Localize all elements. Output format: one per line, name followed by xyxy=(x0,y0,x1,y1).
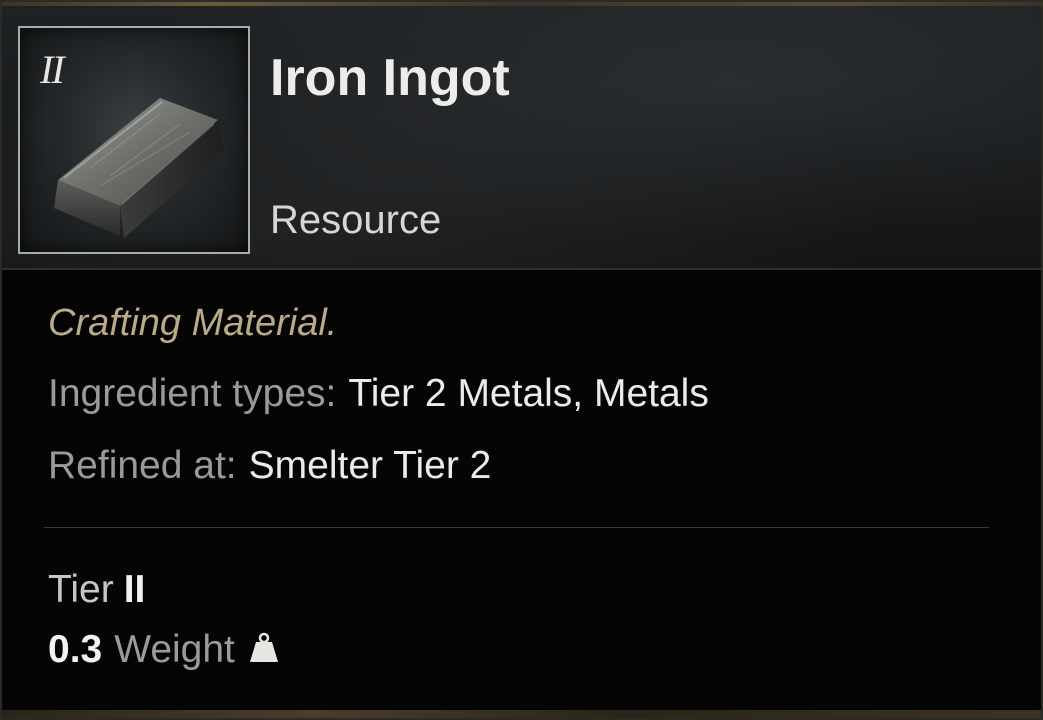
tier-value: II xyxy=(123,568,146,611)
ingredient-types-row: Ingredient types: Tier 2 Metals, Metals xyxy=(48,372,709,416)
item-tooltip: II Iron Ingot Resource Crafting Material… xyxy=(0,0,1043,720)
tooltip-header: II Iron Ingot Resource xyxy=(2,6,1041,270)
refined-at-label: Refined at: xyxy=(48,444,237,487)
refined-at-value: Smelter Tier 2 xyxy=(248,444,492,487)
weight-value: 0.3 xyxy=(48,628,103,671)
ingredient-types-value: Tier 2 Metals, Metals xyxy=(348,372,709,415)
iron-ingot-icon xyxy=(54,98,224,238)
weight-icon xyxy=(249,632,278,662)
refined-at-row: Refined at: Smelter Tier 2 xyxy=(48,444,491,488)
item-name: Iron Ingot xyxy=(270,49,510,107)
ingredient-types-label: Ingredient types: xyxy=(48,372,337,415)
tooltip-bottom-border xyxy=(2,710,1041,718)
item-category: Resource xyxy=(270,198,442,242)
flavor-text: Crafting Material. xyxy=(48,302,338,344)
tier-label: Tier xyxy=(48,568,114,611)
tier-stat: Tier II xyxy=(48,568,145,612)
weight-label: Weight xyxy=(114,628,235,671)
weight-stat: 0.3 Weight xyxy=(48,628,279,672)
item-icon-frame: II xyxy=(18,26,250,254)
details-divider xyxy=(44,527,989,528)
